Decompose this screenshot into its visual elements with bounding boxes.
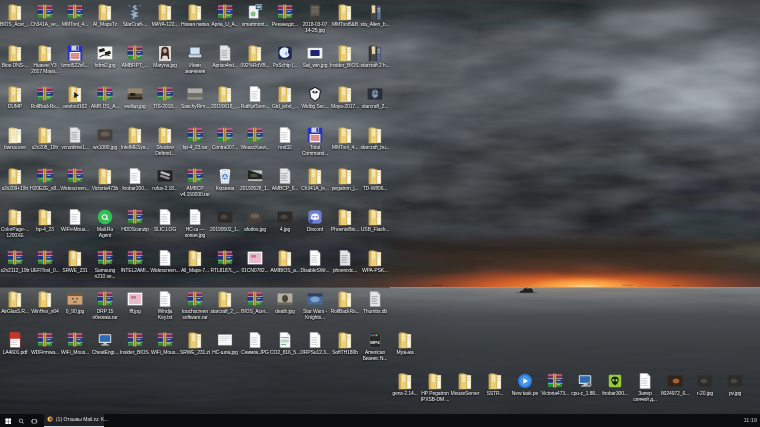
svg-text:MP4: MP4 [370, 340, 380, 345]
